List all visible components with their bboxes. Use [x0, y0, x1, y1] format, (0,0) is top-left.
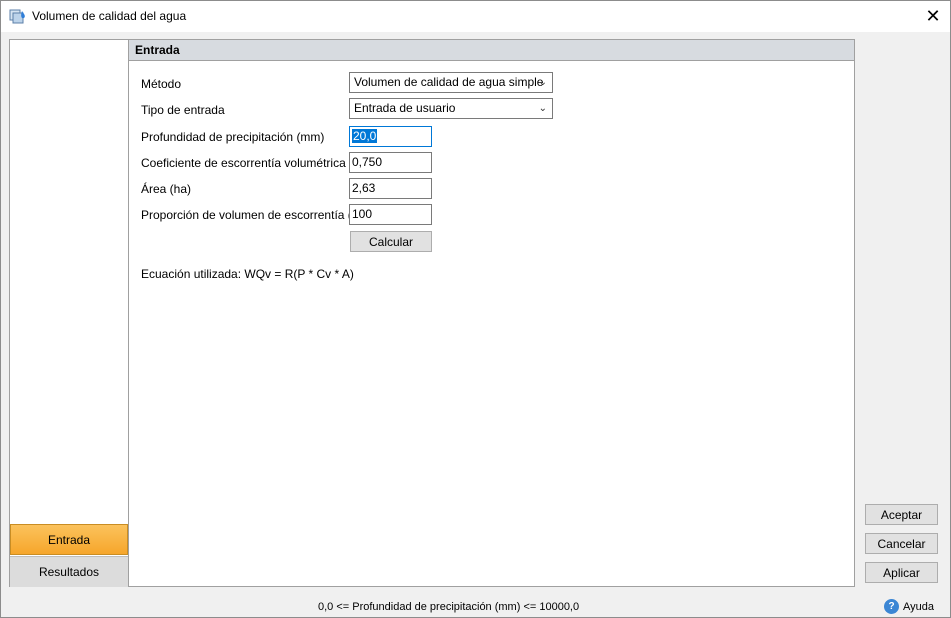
nav-panel: Entrada Resultados — [9, 39, 129, 587]
chevron-down-icon: ⌄ — [538, 77, 547, 88]
status-constraint: 0,0 <= Profundidad de precipitación (mm)… — [318, 601, 580, 613]
close-button[interactable]: ✕ — [916, 1, 950, 31]
runoff-ratio-input[interactable]: 100 — [349, 204, 432, 225]
precip-depth-input[interactable]: 20,0 — [349, 126, 432, 147]
input-type-value: Entrada de usuario — [354, 101, 456, 115]
area-label: Área (ha) — [141, 182, 192, 196]
panel-header: Entrada — [129, 40, 854, 61]
dialog-window: Volumen de calidad del agua ✕ Entrada Re… — [0, 0, 951, 618]
accept-button[interactable]: Aceptar — [865, 504, 938, 525]
apply-button[interactable]: Aplicar — [865, 562, 938, 583]
equation-text: Ecuación utilizada: WQv = R(P * Cv * A) — [141, 267, 354, 281]
runoff-ratio-label: Proporción de volumen de escorrentía (%) — [141, 208, 367, 222]
water-quality-icon — [9, 9, 25, 24]
method-label: Método — [141, 77, 182, 91]
runoff-ratio-value: 100 — [352, 207, 373, 221]
title-bar: Volumen de calidad del agua ✕ — [1, 1, 950, 32]
help-link[interactable]: ? Ayuda — [884, 599, 934, 614]
window-title: Volumen de calidad del agua — [32, 9, 187, 23]
nav-item-entrada[interactable]: Entrada — [10, 524, 128, 555]
cancel-button[interactable]: Cancelar — [865, 533, 938, 554]
calculate-button[interactable]: Calcular — [350, 231, 432, 252]
runoff-coef-label: Coeficiente de escorrentía volumétrica — [141, 156, 346, 170]
area-value: 2,63 — [352, 181, 376, 195]
chevron-down-icon: ⌄ — [538, 103, 547, 114]
nav-item-resultados[interactable]: Resultados — [10, 556, 128, 587]
input-type-select[interactable]: Entrada de usuario ⌄ — [349, 98, 553, 119]
help-icon: ? — [884, 599, 899, 614]
precip-depth-value: 20,0 — [352, 129, 378, 143]
area-input[interactable]: 2,63 — [349, 178, 432, 199]
input-type-label: Tipo de entrada — [141, 103, 225, 117]
method-value: Volumen de calidad de agua simple — [354, 75, 544, 89]
runoff-coef-value: 0,750 — [352, 155, 383, 169]
help-label: Ayuda — [903, 600, 934, 613]
method-select[interactable]: Volumen de calidad de agua simple ⌄ — [349, 72, 553, 93]
input-panel: Entrada Método Volumen de calidad de agu… — [128, 39, 855, 587]
runoff-coef-input[interactable]: 0,750 — [349, 152, 432, 173]
precip-depth-label: Profundidad de precipitación (mm) — [141, 130, 325, 144]
